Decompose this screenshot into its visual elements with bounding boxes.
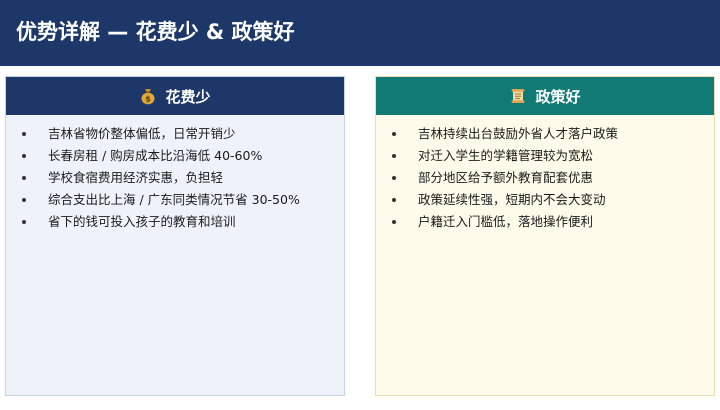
list-item-text: 学校食宿费用经济实惠，负担轻 [48,170,224,185]
cost-panel: $ 花费少 吉林省物价整体偏低，日常开销少 长春房租 / 购房成本比沿海低 40… [5,76,345,396]
cost-list: 吉林省物价整体偏低，日常开销少 长春房租 / 购房成本比沿海低 40-60% 学… [6,115,344,233]
bullet [22,176,26,180]
bullet [22,132,26,136]
list-item: 长春房租 / 购房成本比沿海低 40-60% [6,145,344,167]
svg-text:$: $ [146,95,152,104]
list-item: 政策延续性强，短期内不会大变动 [376,189,714,211]
bullet [392,198,396,202]
list-item: 省下的钱可投入孩子的教育和培训 [6,211,344,233]
bullet [392,132,396,136]
cost-panel-title: 花费少 [165,87,211,106]
list-item: 部分地区给予额外教育配套优惠 [376,167,714,189]
list-item: 吉林持续出台鼓励外省人才落户政策 [376,123,714,145]
list-item: 对迁入学生的学籍管理较为宽松 [376,145,714,167]
list-item-text: 综合支出比上海 / 广东同类情况节省 30-50% [48,192,300,207]
list-item-text: 吉林省物价整体偏低，日常开销少 [48,126,236,141]
list-item-text: 户籍迁入门槛低，落地操作便利 [418,214,594,229]
page-title: 优势详解 — 花费少 & 政策好 [16,20,295,44]
title-bar: 优势详解 — 花费少 & 政策好 [0,0,720,66]
policy-panel: 政策好 吉林持续出台鼓励外省人才落户政策 对迁入学生的学籍管理较为宽松 部分地区… [375,76,715,396]
list-item-text: 省下的钱可投入孩子的教育和培训 [48,214,236,229]
policy-list: 吉林持续出台鼓励外省人才落户政策 对迁入学生的学籍管理较为宽松 部分地区给予额外… [376,115,714,233]
scroll-icon [509,87,527,105]
bullet [22,198,26,202]
policy-panel-header: 政策好 [376,77,714,115]
bullet [22,220,26,224]
cost-panel-header: $ 花费少 [6,77,344,115]
policy-panel-title: 政策好 [535,87,581,106]
bullet [392,176,396,180]
list-item: 户籍迁入门槛低，落地操作便利 [376,211,714,233]
list-item-text: 长春房租 / 购房成本比沿海低 40-60% [48,148,263,163]
list-item-text: 吉林持续出台鼓励外省人才落户政策 [418,126,619,141]
bullet [22,154,26,158]
bullet [392,220,396,224]
list-item: 学校食宿费用经济实惠，负担轻 [6,167,344,189]
bullet [392,154,396,158]
money-bag-icon: $ [139,87,157,105]
list-item-text: 对迁入学生的学籍管理较为宽松 [418,148,594,163]
list-item-text: 部分地区给予额外教育配套优惠 [418,170,594,185]
list-item-text: 政策延续性强，短期内不会大变动 [418,192,606,207]
list-item: 吉林省物价整体偏低，日常开销少 [6,123,344,145]
list-item: 综合支出比上海 / 广东同类情况节省 30-50% [6,189,344,211]
